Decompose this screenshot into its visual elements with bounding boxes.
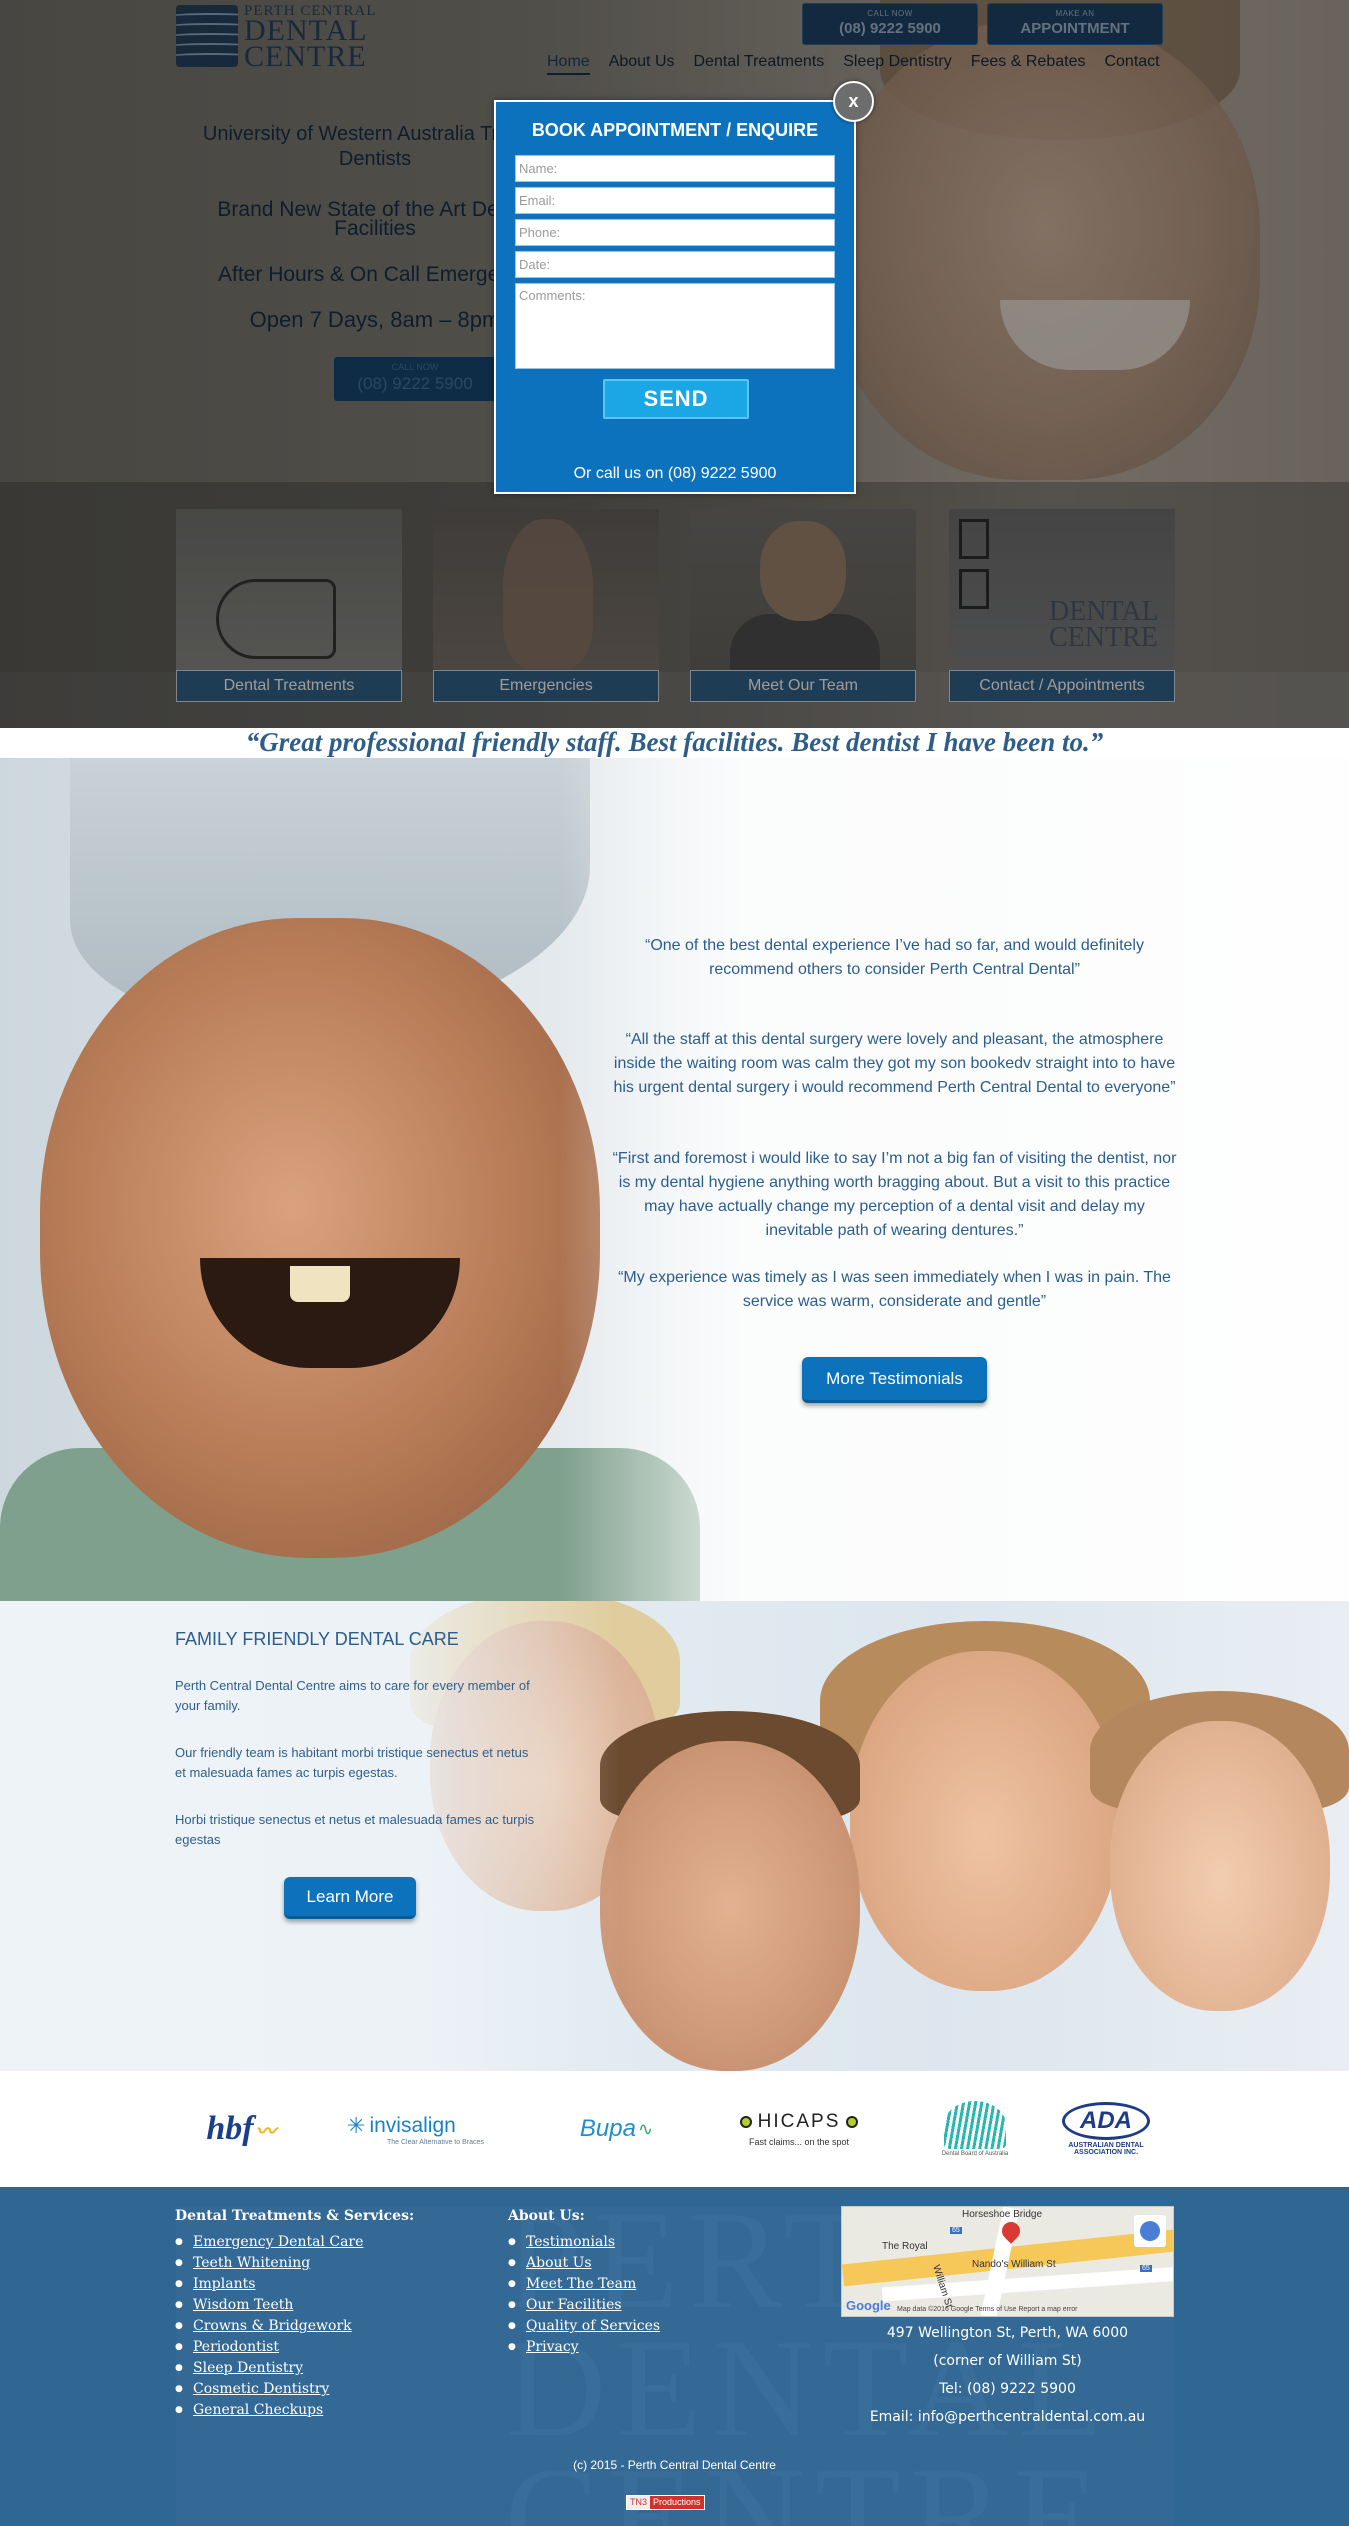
copyright: (c) 2015 - Perth Central Dental Centre (573, 2458, 776, 2472)
footer-link-privacy[interactable]: Privacy (508, 2337, 660, 2358)
footer-telephone: Tel: (08) 9222 5900 (939, 2381, 1076, 2397)
hbf-swoosh-icon: 〰 (255, 2120, 276, 2143)
footer-link-emergency[interactable]: Emergency Dental Care (175, 2232, 363, 2253)
dental-board-text: Dental Board of Australia (941, 2151, 1009, 2157)
hbf-text: hbf (206, 2110, 254, 2147)
footer-link-crowns[interactable]: Crowns & Bridgework (175, 2316, 363, 2337)
family-paragraph-2: Our friendly team is habitant morbi tris… (175, 1745, 529, 1780)
family-title: FAMILY FRIENDLY DENTAL CARE (175, 1629, 459, 1649)
invisalign-text: invisalign (369, 2113, 456, 2137)
map-route-shield: 65 (1140, 2265, 1152, 2272)
bupa-logo: Bupa ∿ (569, 2098, 664, 2160)
testimonial-3: “First and foremost i would like to say … (612, 1150, 1177, 1239)
google-logo: Google (846, 2298, 891, 2313)
map-attribution[interactable]: Map data ©2016 Google Terms of Use Repor… (897, 2306, 1078, 2313)
father-face-image (600, 1741, 860, 2071)
street-view-icon[interactable] (1134, 2215, 1166, 2247)
ada-tagline: AUSTRALIAN DENTAL ASSOCIATION INC. (1068, 2142, 1144, 2156)
date-field[interactable] (515, 251, 835, 278)
footer-address-corner: (corner of William St) (933, 2353, 1082, 2369)
footer-treatments-list: Emergency Dental Care Teeth Whitening Im… (175, 2232, 363, 2421)
footer-link-cosmetic[interactable]: Cosmetic Dentistry (175, 2379, 363, 2400)
mother-face-image (850, 1651, 1120, 1991)
map-label-nandos: Nando's William St (972, 2259, 1056, 2270)
credit-productions: Productions (650, 2496, 704, 2509)
girl-face-image (1110, 1721, 1330, 2011)
name-field[interactable] (515, 155, 835, 182)
footer-about-list: Testimonials About Us Meet The Team Our … (508, 2232, 660, 2358)
close-modal-button[interactable]: x (833, 81, 874, 122)
testimonial-2: “All the staff at this dental surgery we… (613, 1031, 1176, 1096)
invisalign-star-icon: ✳ (347, 2112, 366, 2138)
ada-logo: ADA AUSTRALIAN DENTAL ASSOCIATION INC. (1061, 2098, 1151, 2160)
family-paragraph-3: Horbi tristique senectus et netus et mal… (175, 1812, 535, 1847)
email-field[interactable] (515, 187, 835, 214)
bupa-text: Bupa (579, 2115, 636, 2142)
footer-link-periodontist[interactable]: Periodontist (175, 2337, 363, 2358)
footer-link-facilities[interactable]: Our Facilities (508, 2295, 660, 2316)
footer-link-implants[interactable]: Implants (175, 2274, 363, 2295)
footer-link-about-us[interactable]: About Us (508, 2253, 660, 2274)
ada-text: ADA (1062, 2102, 1150, 2140)
phone-field[interactable] (515, 219, 835, 246)
footer-link-testimonials[interactable]: Testimonials (508, 2232, 660, 2253)
footer-link-checkups[interactable]: General Checkups (175, 2400, 363, 2421)
footer-link-quality[interactable]: Quality of Services (508, 2316, 660, 2337)
hbf-logo: hbf 〰 (196, 2098, 286, 2160)
invisalign-tagline: The Clear Alternative to Braces (387, 2138, 484, 2146)
footer-link-whitening[interactable]: Teeth Whitening (175, 2253, 363, 2274)
hicaps-tagline: Fast claims... on the spot (748, 2137, 850, 2147)
invisalign-logo: ✳ invisalign The Clear Alternative to Bra… (347, 2098, 502, 2160)
testimonial-4: “My experience was timely as I was seen … (618, 1269, 1171, 1310)
bupa-pulse-icon: ∿ (637, 2118, 654, 2139)
footer-treatments-title: Dental Treatments & Services: (175, 2208, 415, 2224)
footer-email: Email: info@perthcentraldental.com.au (869, 2409, 1146, 2425)
man-face-image (40, 918, 600, 1558)
footer-address: 497 Wellington St, Perth, WA 6000 (886, 2325, 1129, 2341)
modal-call-text: Or call us on (08) 9222 5900 (573, 465, 777, 482)
hicaps-text: HICAPS (757, 2111, 841, 2132)
footer-about-title: About Us: (508, 2208, 585, 2224)
comments-field[interactable] (515, 283, 835, 369)
hicaps-logo: HICAPS Fast claims... on the spot (728, 2098, 870, 2160)
hicaps-dot-icon (846, 2116, 859, 2128)
man-teeth-image (290, 1266, 350, 1302)
footer-link-meet-team[interactable]: Meet The Team (508, 2274, 660, 2295)
footer-link-wisdom-teeth[interactable]: Wisdom Teeth (175, 2295, 363, 2316)
more-testimonials-button[interactable]: More Testimonials (802, 1357, 987, 1403)
developer-credit[interactable]: TN3 Productions (626, 2495, 705, 2510)
family-paragraph-1: Perth Central Dental Centre aims to care… (175, 1678, 530, 1713)
modal-title: BOOK APPOINTMENT / ENQUIRE (531, 120, 819, 140)
footer-link-sleep-dentistry[interactable]: Sleep Dentistry (175, 2358, 363, 2379)
map-label-horseshoe-bridge: Horseshoe Bridge (962, 2209, 1043, 2220)
location-map[interactable]: Horseshoe Bridge The Royal Nando's Willi… (841, 2206, 1174, 2317)
testimonial-1: “One of the best dental experience I’ve … (645, 937, 1144, 978)
dental-board-fan-icon (944, 2101, 1006, 2149)
hicaps-dot-icon (739, 2116, 752, 2128)
send-button[interactable]: SEND (603, 379, 749, 419)
headline-testimonial: “Great professional friendly staff. Best… (245, 727, 1104, 757)
dental-board-logo: Dental Board of Australia (940, 2098, 1010, 2160)
booking-modal: BOOK APPOINTMENT / ENQUIRE SEND Or call … (494, 100, 856, 494)
map-label-the-royal: The Royal (882, 2241, 928, 2252)
learn-more-button[interactable]: Learn More (284, 1877, 416, 1919)
credit-tn3: TN3 (627, 2496, 651, 2509)
map-route-shield: 65 (950, 2227, 962, 2234)
